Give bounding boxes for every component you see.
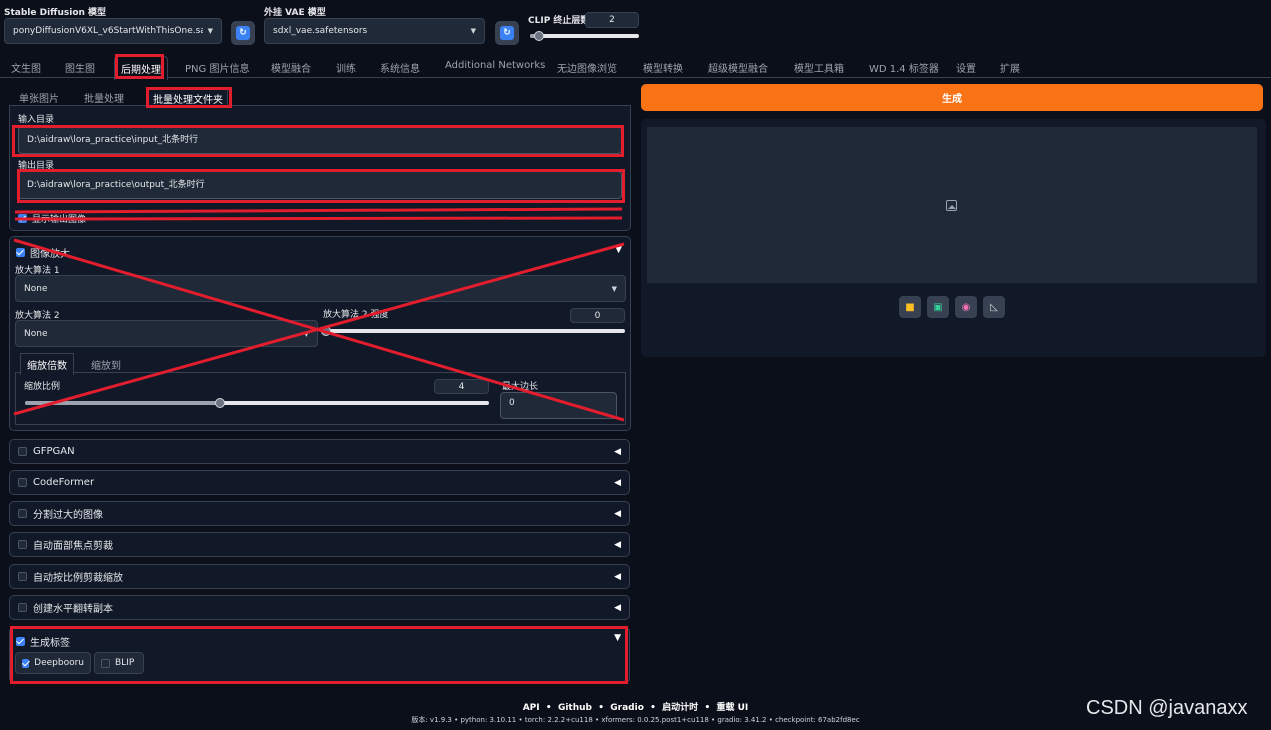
annotation-strike-lines [13,207,625,422]
